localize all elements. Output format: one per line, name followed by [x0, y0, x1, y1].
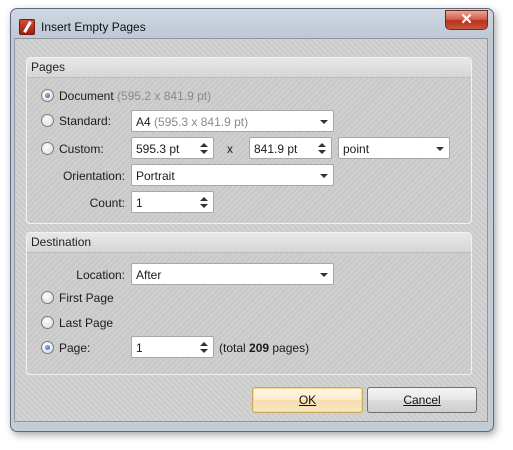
unit-value: point	[343, 142, 370, 156]
pages-group: Pages Document (595.2 x 841.9 pt) Standa…	[26, 57, 472, 224]
location-dropdown[interactable]: After	[131, 263, 334, 285]
first-page-label[interactable]: First Page	[59, 291, 114, 305]
chevron-down-icon	[320, 174, 328, 178]
total-suffix: pages)	[269, 341, 310, 355]
chevron-down-icon	[436, 147, 444, 151]
standard-size-name: A4	[136, 115, 151, 129]
location-value: After	[136, 268, 162, 282]
count-value: 1	[136, 196, 143, 210]
chevron-down-icon	[320, 120, 328, 124]
spin-up-icon[interactable]	[318, 143, 326, 147]
ok-button[interactable]: OK	[252, 387, 363, 413]
document-size: (595.2 x 841.9 pt)	[117, 89, 212, 103]
spin-up-icon[interactable]	[200, 143, 208, 147]
total-pages-text: (total 209 pages)	[219, 341, 309, 355]
page-label[interactable]: Page:	[59, 341, 90, 355]
standard-label[interactable]: Standard:	[59, 114, 111, 128]
page-number-input[interactable]: 1	[131, 336, 214, 358]
orientation-label: Orientation:	[62, 169, 125, 183]
orientation-dropdown[interactable]: Portrait	[131, 164, 334, 186]
page-number-value: 1	[136, 341, 143, 355]
unit-dropdown[interactable]: point	[338, 137, 450, 159]
dimension-separator: x	[227, 142, 233, 156]
cancel-button-label: Cancel	[403, 393, 441, 407]
close-button[interactable]: ✕	[445, 10, 488, 30]
total-count: 209	[249, 341, 270, 355]
standard-size-dropdown[interactable]: A4 (595.3 x 841.9 pt)	[131, 110, 334, 132]
title-bar[interactable]: Insert Empty Pages ✕	[11, 9, 493, 39]
count-label: Count:	[89, 196, 125, 210]
spin-down-icon[interactable]	[200, 204, 208, 208]
custom-height-input[interactable]: 841.9 pt	[249, 137, 332, 159]
last-page-label[interactable]: Last Page	[59, 316, 113, 330]
document-label-text: Document	[59, 89, 114, 103]
total-prefix: (total	[219, 341, 250, 355]
standard-radio[interactable]	[41, 114, 54, 127]
first-page-radio[interactable]	[41, 291, 54, 304]
spin-down-icon[interactable]	[200, 349, 208, 353]
window-title: Insert Empty Pages	[41, 20, 146, 34]
ok-button-label: OK	[298, 393, 317, 407]
custom-label[interactable]: Custom:	[59, 142, 104, 156]
document-radio[interactable]	[41, 89, 54, 102]
spin-down-icon[interactable]	[200, 150, 208, 154]
spin-up-icon[interactable]	[200, 342, 208, 346]
standard-size-dimensions: (595.3 x 841.9 pt)	[154, 115, 249, 129]
custom-radio[interactable]	[41, 142, 54, 155]
cancel-button[interactable]: Cancel	[367, 387, 477, 413]
document-label[interactable]: Document (595.2 x 841.9 pt)	[59, 89, 211, 103]
page-radio[interactable]	[41, 341, 54, 354]
standard-size-value: A4 (595.3 x 841.9 pt)	[136, 115, 248, 129]
custom-height-value: 841.9 pt	[254, 142, 298, 156]
count-input[interactable]: 1	[131, 191, 214, 213]
spin-down-icon[interactable]	[318, 150, 326, 154]
pdf-editor-icon	[19, 19, 35, 35]
chevron-down-icon	[320, 273, 328, 277]
custom-width-input[interactable]: 595.3 pt	[131, 137, 214, 159]
destination-group-header: Destination	[27, 233, 471, 253]
last-page-radio[interactable]	[41, 316, 54, 329]
orientation-value: Portrait	[136, 169, 175, 183]
location-label: Location:	[76, 268, 125, 282]
spin-up-icon[interactable]	[200, 197, 208, 201]
pages-group-header: Pages	[27, 58, 471, 78]
custom-width-value: 595.3 pt	[136, 142, 180, 156]
destination-group: Destination Location: After First Page L…	[26, 232, 472, 375]
dialog-body: Pages Document (595.2 x 841.9 pt) Standa…	[14, 38, 488, 422]
